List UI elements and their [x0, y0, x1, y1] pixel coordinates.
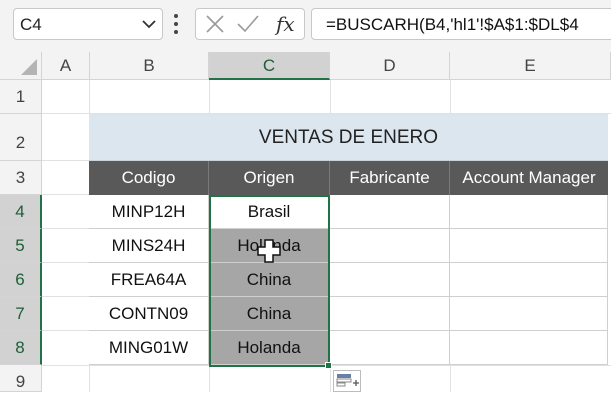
table-area: VENTAS DE ENERO Codigo Origen Fabricante…	[0, 52, 611, 392]
cell-d4[interactable]	[330, 195, 450, 229]
cell-d5[interactable]	[330, 229, 450, 263]
more-icon[interactable]	[173, 14, 179, 36]
cell-e5[interactable]	[450, 229, 608, 263]
cell-b5[interactable]: MINS24H	[89, 229, 209, 263]
cell-c8[interactable]: Holanda	[209, 331, 330, 365]
plus-cursor-icon	[257, 239, 281, 268]
cell-c4[interactable]: Brasil	[209, 195, 330, 229]
cell-b6[interactable]: FREA64A	[89, 263, 209, 297]
header-cell-origen[interactable]: Origen	[209, 161, 330, 195]
cancel-icon[interactable]	[204, 13, 226, 40]
header-cell-codigo[interactable]: Codigo	[89, 161, 209, 195]
cell-e4[interactable]	[450, 195, 608, 229]
cell-d6[interactable]	[330, 263, 450, 297]
cell-b7[interactable]: CONTN09	[89, 297, 209, 331]
cell-e7[interactable]	[450, 297, 608, 331]
insert-function-icon[interactable]: fx	[274, 11, 300, 42]
cell-b4[interactable]: MINP12H	[89, 195, 209, 229]
cell-e8[interactable]	[450, 331, 608, 365]
cell-e6[interactable]	[450, 263, 608, 297]
formula-input[interactable]: =BUSCARH(B4,'hl1'!$A$1:$DL$4	[311, 8, 611, 40]
name-box-value: C4	[20, 15, 42, 34]
quick-analysis-icon[interactable]	[333, 370, 361, 392]
svg-text:fx: fx	[274, 12, 295, 36]
cell-c6[interactable]: China	[209, 263, 330, 297]
fill-handle[interactable]	[325, 362, 332, 369]
header-cell-fabricante[interactable]: Fabricante	[330, 161, 450, 195]
cell-c7[interactable]: China	[209, 297, 330, 331]
cell-d8[interactable]	[330, 331, 450, 365]
formula-buttons: fx	[195, 8, 305, 40]
cell-b8[interactable]: MING01W	[89, 331, 209, 365]
cell-d7[interactable]	[330, 297, 450, 331]
table-title[interactable]: VENTAS DE ENERO	[89, 114, 608, 161]
header-cell-account-manager[interactable]: Account Manager	[450, 161, 608, 195]
name-box[interactable]: C4	[13, 8, 163, 40]
formula-bar: C4 fx =BUSCARH(B4,'hl1'!$A$1:$DL$4	[0, 0, 611, 52]
enter-icon[interactable]	[236, 13, 260, 40]
formula-text: =BUSCARH(B4,'hl1'!$A$1:$DL$4	[326, 15, 579, 34]
chevron-down-icon[interactable]	[141, 15, 157, 38]
